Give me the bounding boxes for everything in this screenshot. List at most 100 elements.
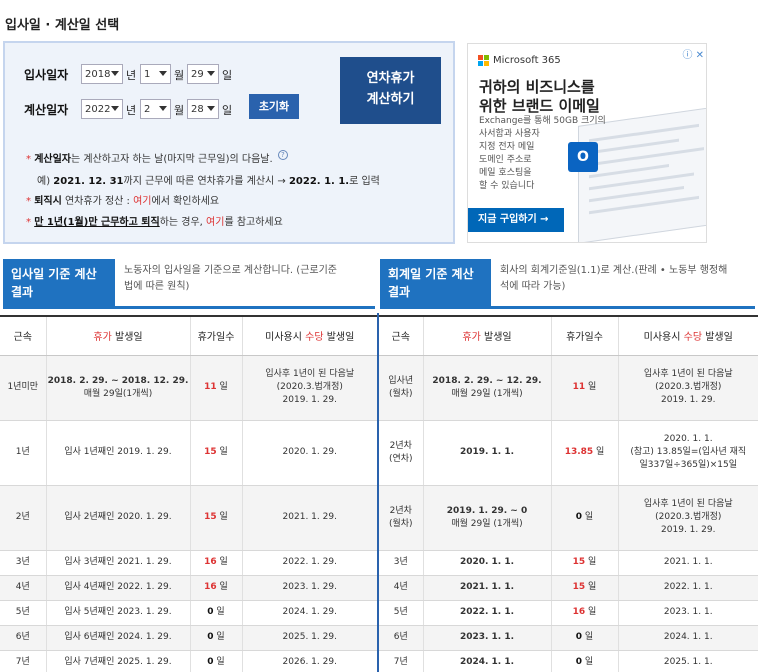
table-row: 입사년 (월차) 2018. 2. 29. ~ 12. 29. 매월 29일 (1개씩…: [379, 355, 758, 421]
hire-date-label: 입사일자: [24, 68, 69, 82]
hire-date-result-table: 근속 휴가 발생일 휴가일수 미사용시 수당 발생일 1년미만 2018. 2. …: [0, 315, 377, 672]
cell-unused-pay-date: 2024. 1. 1.: [617, 625, 758, 651]
cell-tenure: 입사년 (월차): [379, 355, 423, 421]
chevron-down-icon: [159, 106, 167, 111]
cell-tenure: 2년차 (연차): [379, 420, 423, 486]
cell-occur-date: 입사 6년째인 2024. 1. 29.: [45, 625, 190, 651]
table-row: 5년 2022. 1. 1. 16 일 2023. 1. 1.: [379, 600, 758, 626]
cell-occur-date: 입사 4년째인 2022. 1. 29.: [45, 575, 190, 601]
cell-leave-days: 0 일: [550, 625, 618, 651]
unit-month: 월: [174, 69, 185, 82]
hire-month-select[interactable]: 1: [140, 64, 171, 84]
microsoft-logo: Microsoft 365: [478, 55, 561, 66]
unit-day: 일: [222, 104, 233, 117]
cell-leave-days: 0 일: [550, 650, 618, 672]
table-header-row: 근속 휴가 발생일 휴가일수 미사용시 수당 발생일: [379, 315, 758, 356]
cell-unused-pay-date: 입사후 1년이 된 다음날 (2020.3.법개정) 2019. 1. 29.: [241, 355, 377, 421]
cell-leave-days: 15 일: [550, 575, 618, 601]
cell-tenure: 2년: [0, 485, 46, 551]
table-row: 3년 입사 3년째인 2021. 1. 29. 16 일 2022. 1. 29.: [0, 550, 377, 576]
cell-occur-date: 2019. 1. 29. ~ 0 매월 29일 (1개씩): [422, 485, 551, 551]
cell-tenure: 3년: [0, 550, 46, 576]
cell-tenure: 5년: [0, 600, 46, 626]
tab-underline: [3, 306, 375, 309]
page-title: 입사일 · 계산일 선택: [5, 18, 120, 33]
note-example: 예) 2021. 12. 31까지 근무에 따른 연차휴가를 계산시 → 202…: [37, 176, 380, 187]
retire-here-link[interactable]: 여기: [133, 196, 151, 207]
calc-year-select[interactable]: 2022: [81, 99, 123, 119]
unit-year: 년: [126, 69, 137, 82]
chevron-down-icon: [111, 106, 119, 111]
cell-occur-date: 2023. 1. 1.: [422, 625, 551, 651]
table-row: 2년차 (연차) 2019. 1. 1. 13.85 일 2020. 1. 1. (참고)…: [379, 420, 758, 486]
calc-month-select[interactable]: 2: [140, 99, 171, 119]
reset-button[interactable]: 초기화: [249, 94, 299, 119]
cell-leave-days: 0 일: [189, 650, 242, 672]
fiscal-tab-description: 회사의 회계기준일(1.1)로 계산.(판례 • 노동부 행정해 석에 따라 가…: [500, 265, 728, 292]
ad-headline: 귀하의 비즈니스를 위한 브랜드 이메일: [479, 78, 600, 115]
help-icon[interactable]: ?: [277, 150, 288, 160]
cell-leave-days: 11 일: [189, 355, 242, 421]
unit-year: 년: [126, 104, 137, 117]
table-row: 1년미만 2018. 2. 29. ~ 2018. 12. 29. 매월 29일(1…: [0, 355, 377, 421]
hire-day-select[interactable]: 29: [187, 64, 219, 84]
cell-leave-days: 15 일: [550, 550, 618, 576]
cell-tenure: 4년: [379, 575, 423, 601]
ad-close-icon[interactable]: ⓘ ✕: [682, 46, 704, 61]
fiscal-date-result-table: 근속 휴가 발생일 휴가일수 미사용시 수당 발생일 입사년 (월차) 2018. …: [379, 315, 758, 672]
cell-unused-pay-date: 2025. 1. 29.: [241, 625, 377, 651]
microsoft-365-ad[interactable]: Microsoft 365 ⓘ ✕ 귀하의 비즈니스를 위한 브랜드 이메일 E…: [467, 43, 707, 243]
cell-occur-date: 입사 3년째인 2021. 1. 29.: [45, 550, 190, 576]
cell-tenure: 1년: [0, 420, 46, 486]
table-row: 3년 2020. 1. 1. 15 일 2021. 1. 1.: [379, 550, 758, 576]
cell-unused-pay-date: 2023. 1. 1.: [617, 600, 758, 626]
buy-now-button[interactable]: 지금 구입하기 →: [468, 208, 564, 232]
table-row: 4년 입사 4년째인 2022. 1. 29. 16 일 2023. 1. 29.: [0, 575, 377, 601]
cell-tenure: 6년: [379, 625, 423, 651]
cell-occur-date: 2019. 1. 1.: [422, 420, 551, 486]
tab-fiscal-date-result[interactable]: 회계일 기준 계산 결과: [380, 259, 491, 306]
cell-tenure: 2년차 (월차): [379, 485, 423, 551]
table-row: 7년 입사 7년째인 2025. 1. 29. 0 일 2026. 1. 29.: [0, 650, 377, 672]
cell-occur-date: 2024. 1. 1.: [422, 650, 551, 672]
cell-unused-pay-date: 2022. 1. 29.: [241, 550, 377, 576]
cell-leave-days: 0 일: [189, 625, 242, 651]
table-row: 6년 2023. 1. 1. 0 일 2024. 1. 1.: [379, 625, 758, 651]
cell-leave-days: 13.85 일: [550, 420, 618, 486]
cell-tenure: 4년: [0, 575, 46, 601]
calc-date-label: 계산일자: [24, 103, 69, 117]
chevron-down-icon: [207, 106, 215, 111]
cell-unused-pay-date: 2025. 1. 1.: [617, 650, 758, 672]
header-leave-days: 휴가일수: [550, 315, 618, 356]
hire-year-select[interactable]: 2018: [81, 64, 123, 84]
chevron-down-icon: [111, 71, 119, 76]
one-year-here-link[interactable]: 여기: [206, 217, 224, 228]
table-row: 6년 입사 6년째인 2024. 1. 29. 0 일 2025. 1. 29.: [0, 625, 377, 651]
cell-occur-date: 입사 1년째인 2019. 1. 29.: [45, 420, 190, 486]
cell-occur-date: 입사 5년째인 2023. 1. 29.: [45, 600, 190, 626]
table-header-row: 근속 휴가 발생일 휴가일수 미사용시 수당 발생일: [0, 315, 377, 356]
cell-leave-days: 0 일: [550, 485, 618, 551]
calculate-button[interactable]: 연차휴가 계산하기: [340, 57, 441, 124]
chevron-down-icon: [159, 71, 167, 76]
cell-unused-pay-date: 입사후 1년이 된 다음날 (2020.3.법개정) 2019. 1. 29.: [617, 355, 758, 421]
cell-leave-days: 16 일: [189, 575, 242, 601]
microsoft-logo-icon: [478, 55, 489, 66]
calculate-button-line2: 계산하기: [366, 92, 415, 107]
unit-month: 월: [174, 104, 185, 117]
cell-unused-pay-date: 2021. 1. 1.: [617, 550, 758, 576]
tab-underline: [380, 306, 755, 309]
cell-unused-pay-date: 2020. 1. 29.: [241, 420, 377, 486]
header-occur-date: 휴가 발생일: [45, 315, 190, 356]
hire-tab-description: 노동자의 입사일을 기준으로 계산합니다. (근로기준 법에 따른 원칙): [124, 265, 337, 292]
calc-day-select[interactable]: 28: [187, 99, 219, 119]
tab-hire-date-result[interactable]: 입사일 기준 계산 결과: [3, 259, 115, 306]
cell-tenure: 1년미만: [0, 355, 46, 421]
cell-leave-days: 15 일: [189, 420, 242, 486]
cell-tenure: 6년: [0, 625, 46, 651]
cell-occur-date: 2018. 2. 29. ~ 2018. 12. 29. 매월 29일(1개씩): [45, 355, 190, 421]
cell-leave-days: 15 일: [189, 485, 242, 551]
unit-day: 일: [222, 69, 233, 82]
header-occur-date: 휴가 발생일: [422, 315, 551, 356]
table-row: 4년 2021. 1. 1. 15 일 2022. 1. 1.: [379, 575, 758, 601]
